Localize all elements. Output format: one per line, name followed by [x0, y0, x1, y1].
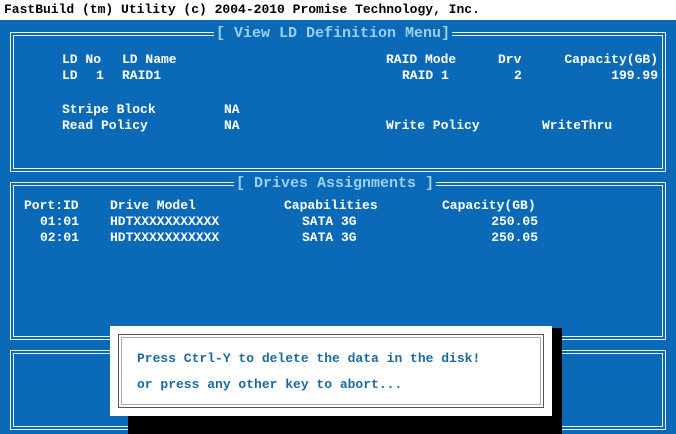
drive-capacity-header: Capacity(GB) — [442, 198, 536, 213]
raid-mode-header: RAID Mode — [386, 52, 457, 67]
read-policy-value: NA — [224, 118, 240, 133]
capabilities-cell: SATA 3G — [302, 230, 357, 245]
stripe-block-value: NA — [224, 102, 240, 117]
ld-name-header: LD Name — [122, 52, 177, 67]
raid-mode-value: RAID 1 — [402, 68, 449, 83]
drv-header: Drv — [498, 52, 522, 67]
capabilities-header: Capabilities — [284, 198, 378, 213]
port-id-cell: 02:01 — [40, 230, 80, 245]
ld-name: RAID1 — [122, 68, 162, 83]
delete-confirmation-dialog[interactable]: Press Ctrl-Y to delete the data in the d… — [110, 326, 552, 416]
write-policy-value: WriteThru — [542, 118, 613, 133]
dialog-message-line2: or press any other key to abort... — [137, 377, 403, 392]
port-id-cell: 01:01 — [40, 214, 80, 229]
port-id-header: Port:ID — [24, 198, 79, 213]
drive-model-cell: HDTXXXXXXXXXXX — [110, 214, 220, 229]
drive-model-header: Drive Model — [110, 198, 196, 213]
dialog-frame: Press Ctrl-Y to delete the data in the d… — [118, 334, 544, 408]
title-bar: FastBuild (tm) Utility (c) 2004-2010 Pro… — [0, 0, 676, 20]
ld-no-header: LD No — [62, 52, 102, 67]
drv-value: 2 — [514, 68, 522, 83]
drives-panel-title: [ Drives Assignments ] — [234, 175, 437, 193]
ld-number: 1 — [96, 68, 104, 83]
capacity-cell: 250.05 — [491, 214, 538, 229]
ld-panel-title: [ View LD Definition Menu] — [214, 25, 453, 43]
read-policy-label: Read Policy — [62, 118, 148, 133]
write-policy-label: Write Policy — [386, 118, 480, 133]
drive-model-cell: HDTXXXXXXXXXXX — [110, 230, 220, 245]
ld-label: LD — [62, 68, 78, 83]
capabilities-cell: SATA 3G — [302, 214, 357, 229]
dialog-message-line1: Press Ctrl-Y to delete the data in the d… — [137, 351, 481, 366]
capacity-header: Capacity(GB) — [564, 52, 658, 67]
capacity-value: 199.99 — [611, 68, 658, 83]
ld-definition-panel: [ View LD Definition Menu] LD No LD Name… — [10, 25, 666, 172]
capacity-cell: 250.05 — [491, 230, 538, 245]
drives-assignments-panel: [ Drives Assignments ] Port:ID Drive Mod… — [10, 175, 666, 340]
stripe-block-label: Stripe Block — [62, 102, 156, 117]
